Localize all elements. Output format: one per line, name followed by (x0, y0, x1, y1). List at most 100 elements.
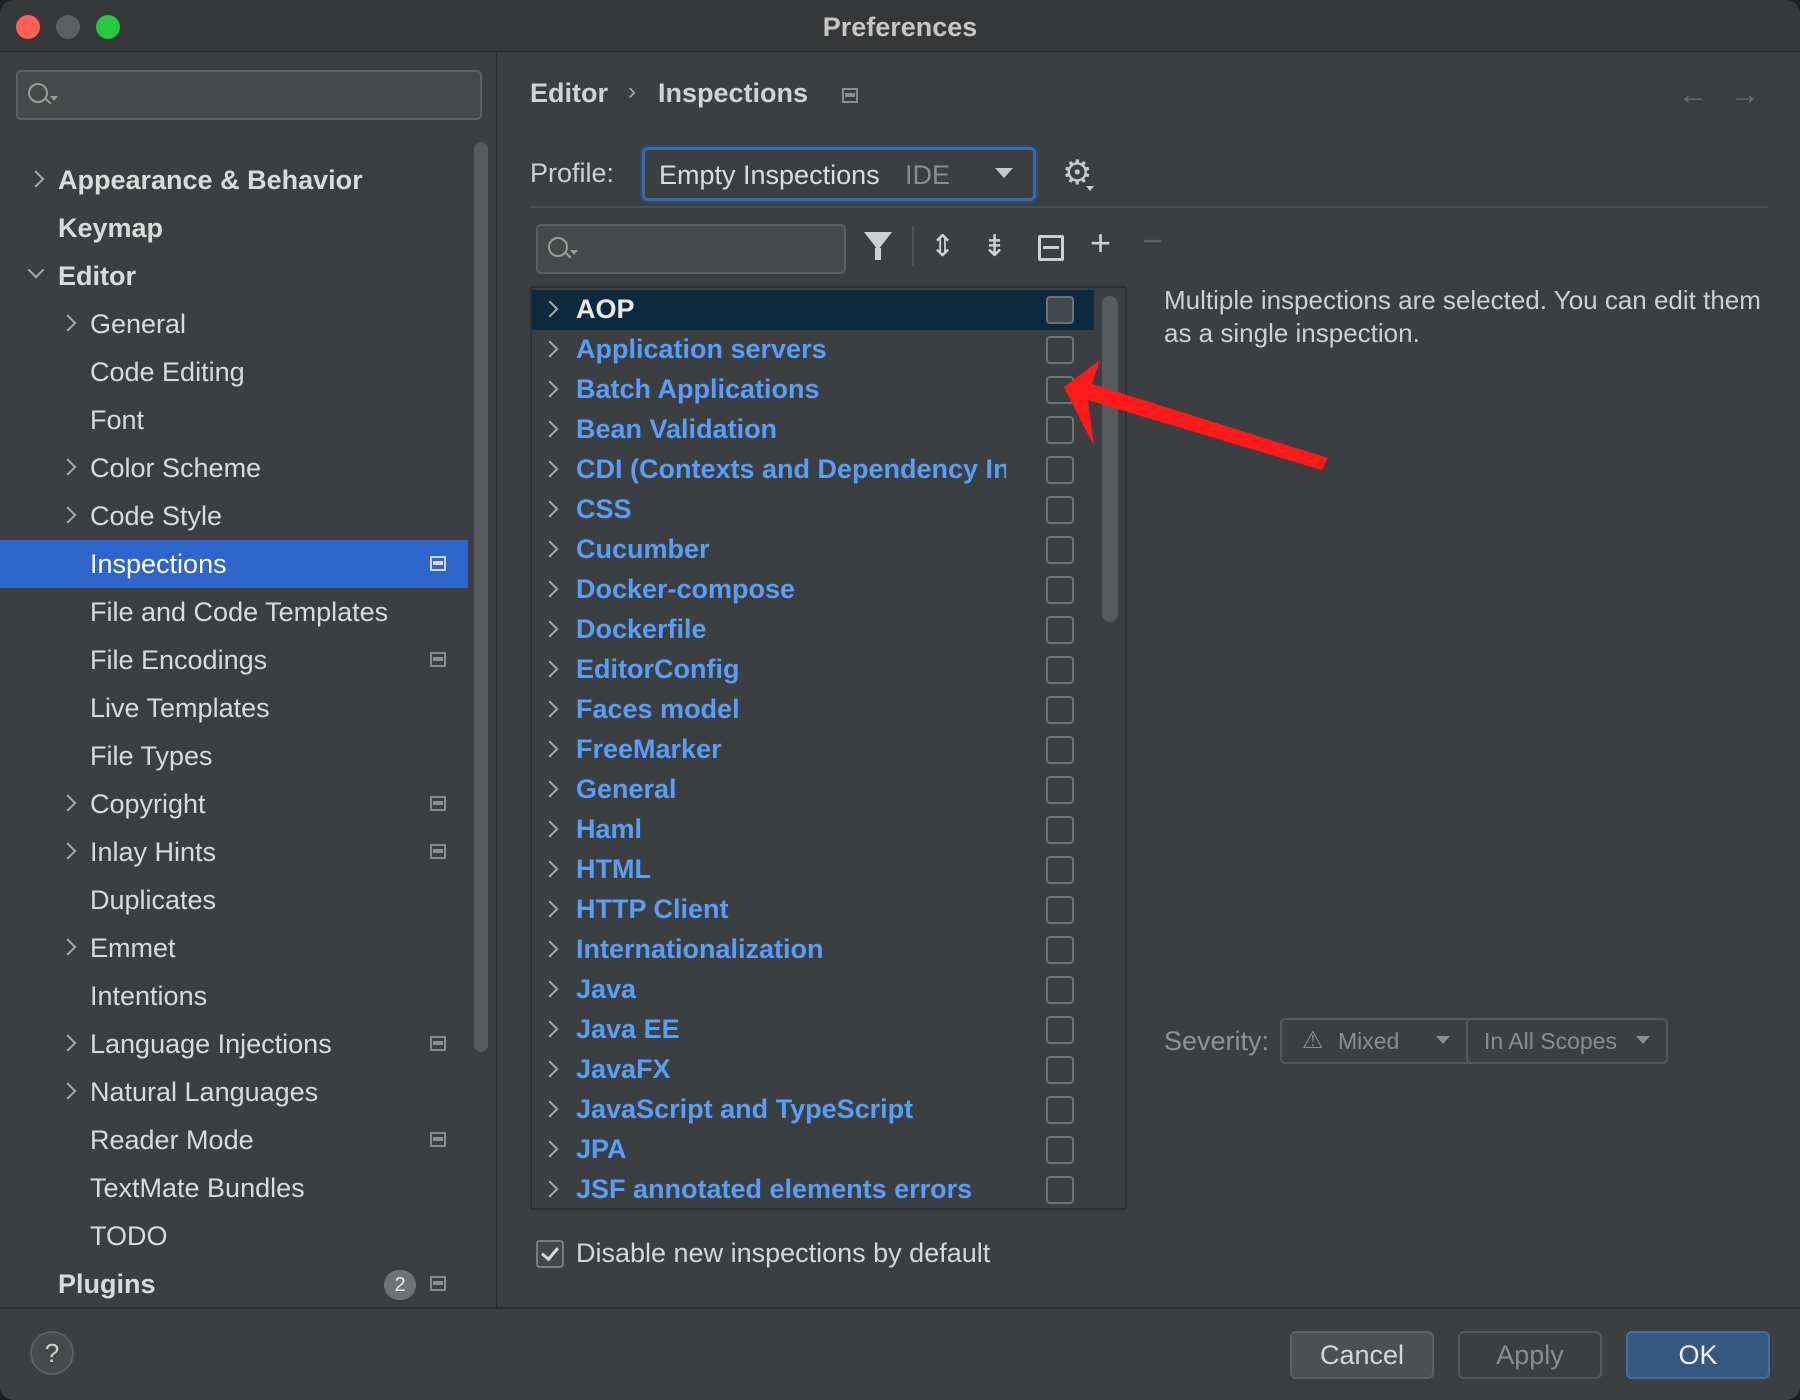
remove-icon[interactable]: − (1142, 223, 1163, 259)
chevron-down-icon[interactable] (27, 261, 45, 279)
inspection-group-row[interactable]: Dockerfile (532, 610, 1094, 650)
sidebar-item-color-scheme[interactable]: Color Scheme (0, 444, 468, 492)
sidebar-item-keymap[interactable]: Keymap (0, 204, 468, 252)
inspection-group-row[interactable]: HTML (532, 850, 1094, 890)
chevron-right-icon[interactable] (59, 314, 77, 332)
sidebar-item-copyright[interactable]: Copyright (0, 780, 468, 828)
chevron-right-icon[interactable] (541, 900, 559, 918)
inspection-enabled-checkbox[interactable] (1046, 376, 1074, 404)
inspection-group-row[interactable]: Haml (532, 810, 1094, 850)
inspection-group-row[interactable]: Internationalization (532, 930, 1094, 970)
disable-new-inspections-checkbox[interactable] (536, 1240, 564, 1268)
sidebar-item-language-injections[interactable]: Language Injections (0, 1020, 468, 1068)
inspection-enabled-checkbox[interactable] (1046, 1136, 1074, 1164)
inspection-enabled-checkbox[interactable] (1046, 1176, 1074, 1204)
inspection-group-row[interactable]: EditorConfig (532, 650, 1094, 690)
inspection-enabled-checkbox[interactable] (1046, 616, 1074, 644)
breadcrumb-parent[interactable]: Editor (530, 78, 608, 109)
inspection-enabled-checkbox[interactable] (1046, 416, 1074, 444)
sidebar-item-emmet[interactable]: Emmet (0, 924, 468, 972)
chevron-right-icon[interactable] (541, 420, 559, 438)
chevron-right-icon[interactable] (541, 1060, 559, 1078)
cancel-button[interactable]: Cancel (1290, 1331, 1434, 1379)
chevron-right-icon[interactable] (541, 660, 559, 678)
chevron-right-icon[interactable] (541, 380, 559, 398)
inspection-enabled-checkbox[interactable] (1046, 496, 1074, 524)
chevron-right-icon[interactable] (541, 1020, 559, 1038)
sidebar-item-file-encodings[interactable]: File Encodings (0, 636, 468, 684)
chevron-right-icon[interactable] (541, 340, 559, 358)
back-arrow-icon[interactable]: ← (1678, 78, 1708, 112)
sidebar-item-inspections[interactable]: Inspections (0, 540, 468, 588)
sidebar-item-todo[interactable]: TODO (0, 1212, 468, 1260)
inspection-group-row[interactable]: Faces model (532, 690, 1094, 730)
chevron-right-icon[interactable] (541, 620, 559, 638)
inspection-enabled-checkbox[interactable] (1046, 896, 1074, 924)
sidebar-item-editor[interactable]: Editor (0, 252, 468, 300)
inspection-enabled-checkbox[interactable] (1046, 1016, 1074, 1044)
chevron-right-icon[interactable] (541, 740, 559, 758)
inspection-group-row[interactable]: JPA (532, 1130, 1094, 1170)
inspection-group-row[interactable]: JSF annotated elements errors (532, 1170, 1094, 1208)
inspection-enabled-checkbox[interactable] (1046, 976, 1074, 1004)
settings-search-input[interactable] (16, 70, 482, 120)
collapse-all-icon[interactable]: ⇟ (982, 230, 1007, 264)
inspection-group-row[interactable]: Docker-compose (532, 570, 1094, 610)
sidebar-item-intentions[interactable]: Intentions (0, 972, 468, 1020)
inspection-group-row[interactable]: HTTP Client (532, 890, 1094, 930)
inspection-search-input[interactable] (536, 224, 846, 274)
sidebar-item-file-types[interactable]: File Types (0, 732, 468, 780)
forward-arrow-icon[interactable]: → (1730, 78, 1760, 112)
chevron-right-icon[interactable] (541, 460, 559, 478)
sidebar-item-reader-mode[interactable]: Reader Mode (0, 1116, 468, 1164)
expand-all-icon[interactable]: ⇕ (930, 230, 955, 264)
sidebar-item-general[interactable]: General (0, 300, 468, 348)
sidebar-item-file-and-code-templates[interactable]: File and Code Templates (0, 588, 468, 636)
inspection-enabled-checkbox[interactable] (1046, 1056, 1074, 1084)
inspection-enabled-checkbox[interactable] (1046, 536, 1074, 564)
chevron-right-icon[interactable] (541, 940, 559, 958)
inspection-enabled-checkbox[interactable] (1046, 576, 1074, 604)
chevron-right-icon[interactable] (541, 580, 559, 598)
inspection-enabled-checkbox[interactable] (1046, 936, 1074, 964)
chevron-right-icon[interactable] (541, 300, 559, 318)
severity-dropdown[interactable]: ⚠ Mixed (1280, 1018, 1482, 1064)
profile-dropdown[interactable]: Empty Inspections IDE (642, 147, 1036, 201)
inspection-group-row[interactable]: Java (532, 970, 1094, 1010)
inspection-group-row[interactable]: Java EE (532, 1010, 1094, 1050)
inspection-group-row[interactable]: JavaFX (532, 1050, 1094, 1090)
inspection-enabled-checkbox[interactable] (1046, 696, 1074, 724)
chevron-right-icon[interactable] (59, 842, 77, 860)
inspection-group-row[interactable]: Bean Validation (532, 410, 1094, 450)
apply-button[interactable]: Apply (1458, 1331, 1602, 1379)
chevron-right-icon[interactable] (541, 860, 559, 878)
chevron-right-icon[interactable] (541, 540, 559, 558)
inspection-enabled-checkbox[interactable] (1046, 776, 1074, 804)
chevron-right-icon[interactable] (541, 1180, 559, 1198)
sidebar-item-appearance-behavior[interactable]: Appearance & Behavior (0, 156, 468, 204)
sidebar-item-duplicates[interactable]: Duplicates (0, 876, 468, 924)
inspection-group-row[interactable]: CSS (532, 490, 1094, 530)
sidebar-item-plugins[interactable]: Plugins 2 (0, 1260, 468, 1307)
chevron-right-icon[interactable] (541, 980, 559, 998)
inspection-enabled-checkbox[interactable] (1046, 856, 1074, 884)
inspection-group-row[interactable]: Application servers (532, 330, 1094, 370)
inspection-enabled-checkbox[interactable] (1046, 336, 1074, 364)
gear-icon[interactable]: ⚙ (1062, 156, 1092, 190)
disable-new-inspections-label[interactable]: Disable new inspections by default (576, 1238, 990, 1269)
inspection-enabled-checkbox[interactable] (1046, 1096, 1074, 1124)
scope-dropdown[interactable]: In All Scopes (1466, 1018, 1668, 1064)
sidebar-item-inlay-hints[interactable]: Inlay Hints (0, 828, 468, 876)
help-button[interactable]: ? (30, 1331, 74, 1375)
inspections-scrollbar[interactable] (1102, 296, 1118, 622)
inspection-group-row[interactable]: AOP (532, 290, 1094, 330)
chevron-right-icon[interactable] (541, 820, 559, 838)
sidebar-item-code-style[interactable]: Code Style (0, 492, 468, 540)
chevron-right-icon[interactable] (541, 1140, 559, 1158)
add-icon[interactable]: + (1090, 225, 1111, 261)
chevron-right-icon[interactable] (541, 700, 559, 718)
inspection-group-row[interactable]: Batch Applications (532, 370, 1094, 410)
sidebar-item-live-templates[interactable]: Live Templates (0, 684, 468, 732)
chevron-right-icon[interactable] (59, 938, 77, 956)
inspection-group-row[interactable]: FreeMarker (532, 730, 1094, 770)
